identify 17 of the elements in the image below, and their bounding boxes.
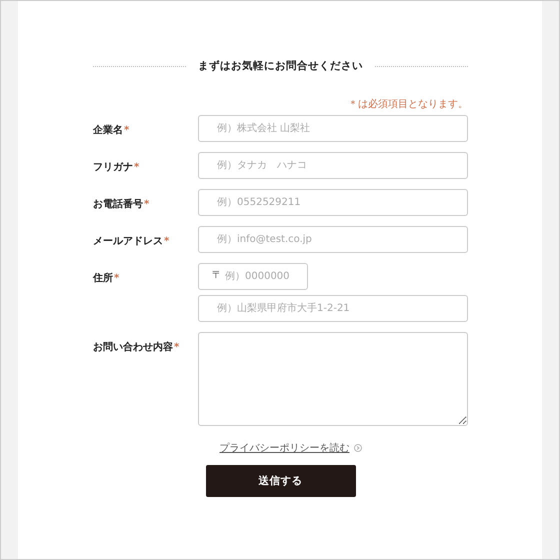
- input-field[interactable]: 例）info@test.co.jp: [198, 226, 468, 253]
- input-field[interactable]: 例）タナカ ハナコ: [198, 152, 468, 179]
- field-label: お電話番号*: [93, 198, 150, 212]
- postal-mark: 〒: [212, 270, 222, 282]
- field-label: メールアドレス*: [93, 235, 170, 249]
- submit-button[interactable]: 送信する: [206, 465, 356, 497]
- input-field[interactable]: 例）山梨県甲府市大手1-2-21: [198, 295, 468, 322]
- form-heading: まずはお気軽にお問合せください: [198, 59, 363, 73]
- field-label: フリガナ*: [93, 161, 140, 175]
- message-field[interactable]: [198, 332, 468, 426]
- privacy-policy-link[interactable]: プライバシーポリシーを読む: [220, 441, 350, 455]
- field-label: 住所*: [93, 272, 120, 286]
- field-label: 企業名*: [93, 124, 130, 138]
- input-field[interactable]: 例）0552529211: [198, 189, 468, 216]
- field-label: お問い合わせ内容*: [93, 340, 180, 355]
- input-field[interactable]: 例）株式会社 山梨社: [198, 115, 468, 142]
- required-note: ＊は必須項目となります。: [348, 98, 468, 111]
